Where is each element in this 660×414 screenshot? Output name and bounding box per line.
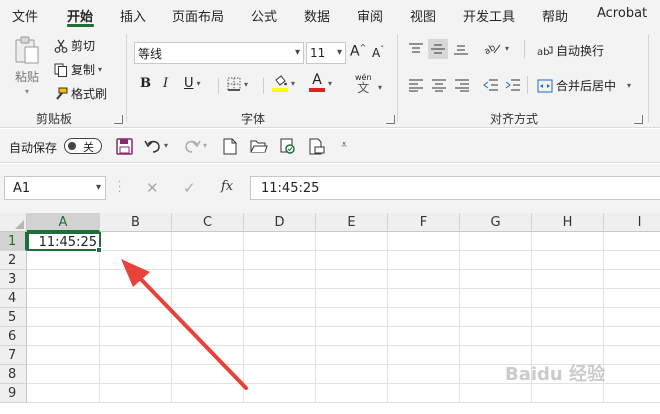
watermark: Baidu 经验 bbox=[505, 364, 606, 385]
annotation-arrow-shaft bbox=[132, 270, 248, 390]
annotation-arrow bbox=[121, 259, 248, 390]
